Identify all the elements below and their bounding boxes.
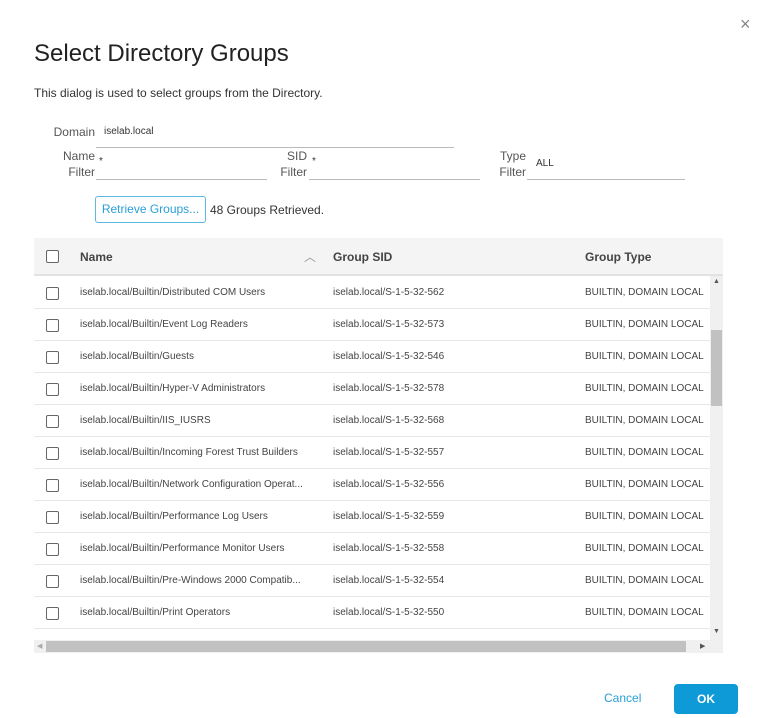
group-name-cell: iselab.local/Builtin/Network Configurati… <box>80 479 303 490</box>
sort-ascending-icon[interactable]: ︿ <box>304 248 316 265</box>
row-checkbox[interactable] <box>46 447 59 460</box>
row-checkbox[interactable] <box>46 479 59 492</box>
group-type-cell: BUILTIN, DOMAIN LOCAL <box>585 575 704 586</box>
group-name-cell: iselab.local/Builtin/Hyper-V Administrat… <box>80 383 266 394</box>
group-name-cell: iselab.local/Builtin/Print Operators <box>80 607 231 618</box>
group-sid-cell: iselab.local/S-1-5-32-554 <box>333 575 445 586</box>
table-row[interactable]: iselab.local/Builtin/Guests iselab.local… <box>34 341 710 373</box>
group-type-cell: BUILTIN, DOMAIN LOCAL <box>585 351 704 362</box>
select-all-checkbox[interactable] <box>46 250 59 263</box>
groups-table: Name ︿ Group SID Group Type iselab.local… <box>34 238 723 653</box>
row-checkbox[interactable] <box>46 511 59 524</box>
vertical-scrollbar[interactable]: ▲ ▼ <box>710 276 723 640</box>
row-checkbox[interactable] <box>46 351 59 364</box>
group-type-cell: BUILTIN, DOMAIN LOCAL <box>585 287 704 298</box>
sid-filter-label-1: SID <box>286 149 307 163</box>
group-type-cell: BUILTIN, DOMAIN LOCAL <box>585 543 704 554</box>
dialog-description: This dialog is used to select groups fro… <box>34 86 323 100</box>
row-checkbox[interactable] <box>46 415 59 428</box>
sid-filter-label: SID Filter <box>262 148 307 180</box>
scroll-left-icon[interactable]: ◀ <box>37 642 42 650</box>
group-sid-cell: iselab.local/S-1-5-32-557 <box>333 447 445 458</box>
table-row[interactable]: iselab.local/Builtin/Performance Log Use… <box>34 501 710 533</box>
scroll-right-icon[interactable]: ▶ <box>700 642 705 650</box>
group-type-cell: BUILTIN, DOMAIN LOCAL <box>585 383 704 394</box>
group-sid-cell: iselab.local/S-1-5-32-556 <box>333 479 445 490</box>
type-filter-underline <box>527 179 685 180</box>
column-header-group-sid[interactable]: Group SID <box>333 250 392 264</box>
sid-filter-underline <box>309 179 480 180</box>
row-checkbox[interactable] <box>46 383 59 396</box>
type-filter-label-2: Filter <box>499 165 526 179</box>
ok-button[interactable]: OK <box>674 684 738 714</box>
scroll-up-icon[interactable]: ▲ <box>713 278 720 285</box>
group-type-cell: BUILTIN, DOMAIN LOCAL <box>585 511 704 522</box>
table-row[interactable]: iselab.local/Builtin/Print Operators ise… <box>34 597 710 629</box>
group-name-cell: iselab.local/Builtin/IIS_IUSRS <box>80 415 211 426</box>
column-header-name[interactable]: Name <box>80 250 113 264</box>
group-type-cell: BUILTIN, DOMAIN LOCAL <box>585 479 704 490</box>
domain-field[interactable]: iselab.local <box>104 126 153 137</box>
dialog-title: Select Directory Groups <box>34 40 289 67</box>
row-checkbox[interactable] <box>46 543 59 556</box>
group-sid-cell: iselab.local/S-1-5-32-558 <box>333 543 445 554</box>
table-row[interactable]: iselab.local/Builtin/Hyper-V Administrat… <box>34 373 710 405</box>
table-row[interactable]: iselab.local/Builtin/Pre-Windows 2000 Co… <box>34 565 710 597</box>
group-type-cell: BUILTIN, DOMAIN LOCAL <box>585 319 704 330</box>
name-filter-input[interactable]: * <box>99 156 103 167</box>
row-checkbox[interactable] <box>46 319 59 332</box>
group-sid-cell: iselab.local/S-1-5-32-568 <box>333 415 445 426</box>
column-header-group-type[interactable]: Group Type <box>585 250 651 264</box>
retrieve-status: 48 Groups Retrieved. <box>210 203 325 217</box>
group-name-cell: iselab.local/Builtin/Pre-Windows 2000 Co… <box>80 575 301 586</box>
vertical-scroll-thumb[interactable] <box>711 330 722 406</box>
table-row[interactable]: iselab.local/Builtin/Event Log Readers i… <box>34 309 710 341</box>
close-icon[interactable]: × <box>740 14 751 35</box>
table-row[interactable]: iselab.local/Builtin/Network Configurati… <box>34 469 710 501</box>
group-sid-cell: iselab.local/S-1-5-32-562 <box>333 287 445 298</box>
type-filter-select[interactable]: ALL <box>536 158 554 169</box>
group-sid-cell: iselab.local/S-1-5-32-578 <box>333 383 445 394</box>
sid-filter-input[interactable]: * <box>312 156 316 167</box>
horizontal-scrollbar[interactable]: ◀ ▶ <box>34 640 723 653</box>
type-filter-label: Type Filter <box>480 148 526 180</box>
row-checkbox[interactable] <box>46 607 59 620</box>
table-row[interactable]: iselab.local/Builtin/Performance Monitor… <box>34 533 710 565</box>
group-sid-cell: iselab.local/S-1-5-32-546 <box>333 351 445 362</box>
group-sid-cell: iselab.local/S-1-5-32-573 <box>333 319 445 330</box>
group-type-cell: BUILTIN, DOMAIN LOCAL <box>585 447 704 458</box>
retrieve-groups-button[interactable]: Retrieve Groups... <box>95 196 206 223</box>
type-filter-label-1: Type <box>499 149 526 163</box>
domain-label: Domain <box>53 125 95 139</box>
group-name-cell: iselab.local/Builtin/Distributed COM Use… <box>80 287 266 298</box>
group-name-cell: iselab.local/Builtin/Event Log Readers <box>80 319 248 330</box>
row-checkbox[interactable] <box>46 287 59 300</box>
group-type-cell: BUILTIN, DOMAIN LOCAL <box>585 415 704 426</box>
table-row[interactable]: iselab.local/Builtin/IIS_IUSRS iselab.lo… <box>34 405 710 437</box>
group-sid-cell: iselab.local/S-1-5-32-559 <box>333 511 445 522</box>
group-name-cell: iselab.local/Builtin/Performance Monitor… <box>80 543 285 554</box>
table-row[interactable]: iselab.local/Builtin/Distributed COM Use… <box>34 277 710 309</box>
group-name-cell: iselab.local/Builtin/Incoming Forest Tru… <box>80 447 298 458</box>
name-filter-label-1: Name <box>62 149 95 163</box>
name-filter-underline <box>96 179 267 180</box>
group-name-cell: iselab.local/Builtin/Performance Log Use… <box>80 511 268 522</box>
sid-filter-label-2: Filter <box>280 165 307 179</box>
table-row[interactable]: iselab.local/Builtin/Incoming Forest Tru… <box>34 437 710 469</box>
group-type-cell: BUILTIN, DOMAIN LOCAL <box>585 607 704 618</box>
cancel-button[interactable]: Cancel <box>604 691 641 705</box>
name-filter-label: Name Filter <box>50 148 95 180</box>
table-header: Name ︿ Group SID Group Type <box>34 238 723 276</box>
group-sid-cell: iselab.local/S-1-5-32-550 <box>333 607 445 618</box>
scroll-down-icon[interactable]: ▼ <box>713 628 720 635</box>
row-checkbox[interactable] <box>46 575 59 588</box>
group-name-cell: iselab.local/Builtin/Guests <box>80 351 194 362</box>
name-filter-label-2: Filter <box>68 165 95 179</box>
horizontal-scroll-thumb[interactable] <box>46 641 686 652</box>
